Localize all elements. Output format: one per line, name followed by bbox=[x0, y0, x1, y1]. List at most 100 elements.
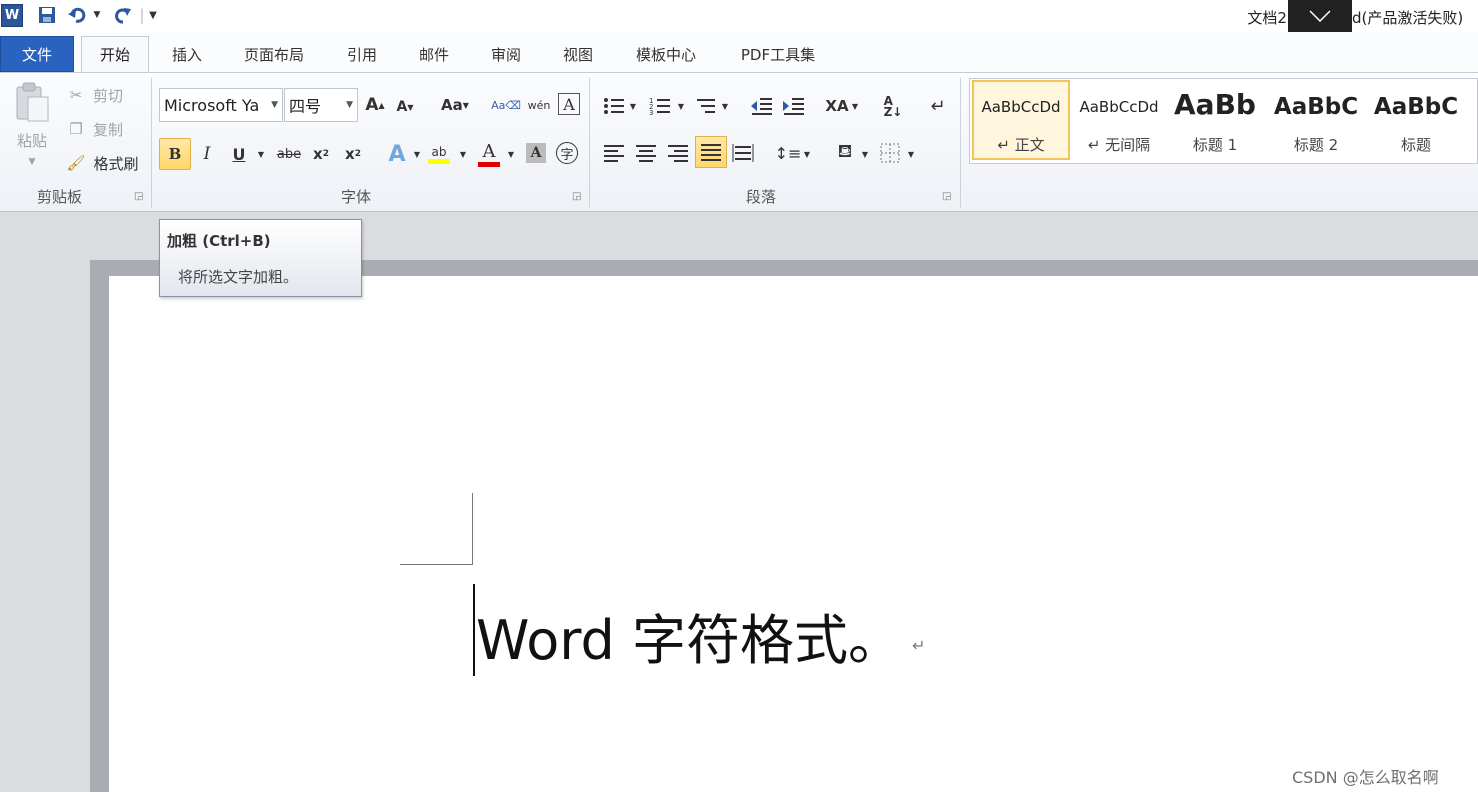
font-name-value: Microsoft Ya bbox=[164, 95, 260, 115]
copy-icon[interactable]: ❐ bbox=[66, 120, 86, 138]
show-marks-icon[interactable]: ↵ bbox=[928, 94, 948, 118]
style-heading-2[interactable]: AaBbC 标题 2 bbox=[1270, 80, 1362, 160]
group-separator bbox=[960, 78, 961, 208]
style-sample: AaBbCcDd bbox=[981, 98, 1061, 116]
paste-icon[interactable] bbox=[12, 80, 52, 124]
sort-icon[interactable]: A Z↓ bbox=[880, 94, 906, 120]
font-size-combo[interactable]: 四号 ▼ bbox=[284, 88, 358, 122]
line-spacing-dropdown-icon[interactable]: ▼ bbox=[802, 148, 812, 160]
qat-separator: | bbox=[139, 6, 145, 24]
align-left-icon[interactable] bbox=[602, 140, 626, 166]
style-sample: AaBbC bbox=[1373, 94, 1459, 120]
format-painter-button[interactable]: 格式刷 bbox=[90, 154, 142, 173]
justify-icon[interactable] bbox=[695, 136, 727, 168]
document-text[interactable]: Word 字符格式。 bbox=[476, 596, 902, 675]
style-label: 标题 1 bbox=[1192, 136, 1238, 154]
shrink-font-icon[interactable]: A ▼ bbox=[394, 96, 416, 118]
borders-icon[interactable] bbox=[878, 140, 902, 166]
grow-font-icon[interactable]: A ▲ bbox=[364, 94, 386, 116]
margin-marker-vertical bbox=[472, 493, 473, 565]
cut-icon[interactable]: ✂ bbox=[66, 86, 86, 104]
enclose-characters-icon[interactable]: 字 bbox=[556, 142, 578, 164]
line-spacing-icon[interactable]: ↕≡ bbox=[775, 140, 802, 166]
document-page[interactable] bbox=[109, 276, 1478, 792]
underline-dropdown-icon[interactable]: ▼ bbox=[256, 148, 266, 160]
highlight-icon[interactable]: ab bbox=[426, 140, 452, 168]
borders-dropdown-icon[interactable]: ▼ bbox=[906, 148, 916, 160]
subscript-button[interactable]: x2 bbox=[310, 142, 332, 166]
undo-icon[interactable] bbox=[66, 5, 90, 25]
font-name-combo[interactable]: Microsoft Ya ▼ bbox=[159, 88, 283, 122]
numbering-dropdown-icon[interactable]: ▼ bbox=[676, 100, 686, 112]
character-shading-icon[interactable]: A bbox=[526, 143, 546, 163]
tab-pdf-tools[interactable]: PDF工具集 bbox=[730, 36, 826, 72]
character-border-icon[interactable]: A bbox=[558, 93, 580, 115]
customize-qat-icon[interactable]: ▼ bbox=[146, 5, 160, 25]
clear-formatting-icon[interactable]: Aa⌫ bbox=[491, 92, 521, 118]
style-label: 标题 2 bbox=[1293, 136, 1339, 154]
phonetic-guide-icon[interactable]: wén bbox=[526, 92, 552, 118]
text-effects-dropdown-icon[interactable]: ▼ bbox=[412, 148, 422, 160]
undo-dropdown-icon[interactable]: ▼ bbox=[92, 5, 102, 25]
clipboard-dialog-launcher-icon[interactable]: ◲ bbox=[134, 191, 143, 202]
shading-icon[interactable]: ⛾ bbox=[832, 140, 858, 166]
style-sample: AaBb bbox=[1174, 88, 1256, 121]
style-sample: AaBbCcDd bbox=[1079, 98, 1159, 116]
shading-dropdown-icon[interactable]: ▼ bbox=[860, 148, 870, 160]
redo-icon[interactable] bbox=[111, 5, 133, 25]
style-heading-1[interactable]: AaBb 标题 1 bbox=[1170, 80, 1260, 160]
paragraph-dialog-launcher-icon[interactable]: ◲ bbox=[942, 191, 951, 202]
multilevel-list-icon[interactable] bbox=[694, 94, 718, 118]
chinese-layout-dropdown-icon[interactable]: ▼ bbox=[850, 100, 860, 112]
word-app-icon[interactable]: W bbox=[1, 4, 23, 27]
paragraph-group-label: 段落 bbox=[746, 188, 777, 206]
tab-file[interactable]: 文件 bbox=[0, 36, 74, 72]
tab-page-layout[interactable]: 页面布局 bbox=[234, 36, 314, 72]
multilevel-dropdown-icon[interactable]: ▼ bbox=[720, 100, 730, 112]
tab-template-center[interactable]: 模板中心 bbox=[626, 36, 706, 72]
tab-insert[interactable]: 插入 bbox=[160, 36, 214, 72]
highlight-dropdown-icon[interactable]: ▼ bbox=[458, 148, 468, 160]
style-label: 标题 bbox=[1400, 136, 1431, 154]
text-cursor bbox=[473, 584, 475, 676]
style-normal[interactable]: AaBbCcDd ↵ 正文 bbox=[972, 80, 1070, 160]
paste-dropdown-icon[interactable]: ▼ bbox=[26, 156, 38, 168]
bold-button[interactable]: B bbox=[159, 138, 191, 170]
collapse-ribbon-icon[interactable] bbox=[1288, 0, 1352, 32]
italic-button[interactable]: I bbox=[196, 140, 218, 168]
change-case-icon[interactable]: Aa ▼ bbox=[438, 94, 472, 116]
strikethrough-button[interactable]: abe bbox=[276, 142, 302, 166]
tab-review[interactable]: 审阅 bbox=[482, 36, 530, 72]
copy-button[interactable]: 复制 bbox=[90, 120, 126, 139]
font-dialog-launcher-icon[interactable]: ◲ bbox=[572, 191, 581, 202]
font-color-dropdown-icon[interactable]: ▼ bbox=[506, 148, 516, 160]
bullets-dropdown-icon[interactable]: ▼ bbox=[628, 100, 638, 112]
underline-button[interactable]: U bbox=[228, 140, 250, 168]
paste-button[interactable]: 粘贴 bbox=[14, 130, 50, 150]
clipboard-group-label: 剪贴板 bbox=[37, 188, 83, 206]
align-center-icon[interactable] bbox=[634, 140, 658, 166]
tab-view[interactable]: 视图 bbox=[554, 36, 602, 72]
superscript-button[interactable]: x2 bbox=[342, 142, 364, 166]
tab-references[interactable]: 引用 bbox=[338, 36, 386, 72]
text-effects-icon[interactable]: A bbox=[384, 140, 410, 168]
font-color-icon[interactable]: A bbox=[476, 140, 502, 168]
align-right-icon[interactable] bbox=[666, 140, 690, 166]
decrease-indent-icon[interactable] bbox=[750, 94, 774, 118]
save-icon[interactable] bbox=[36, 5, 58, 25]
numbering-icon[interactable]: 123 bbox=[648, 94, 672, 118]
style-title[interactable]: AaBbC 标题 bbox=[1372, 80, 1460, 160]
tooltip-body: 将所选文字加粗。 bbox=[178, 268, 299, 286]
style-label: ↵ 无间隔 bbox=[1087, 136, 1151, 154]
bullets-icon[interactable] bbox=[602, 94, 626, 118]
increase-indent-icon[interactable] bbox=[782, 94, 806, 118]
cut-button[interactable]: 剪切 bbox=[90, 86, 126, 105]
tab-mailings[interactable]: 邮件 bbox=[410, 36, 458, 72]
distributed-icon[interactable] bbox=[730, 140, 756, 166]
svg-text:3: 3 bbox=[649, 109, 653, 116]
margin-marker-horizontal bbox=[400, 564, 473, 565]
style-no-spacing[interactable]: AaBbCcDd ↵ 无间隔 bbox=[1070, 80, 1168, 160]
format-painter-icon[interactable]: 🖌 bbox=[66, 154, 86, 172]
chinese-layout-icon[interactable]: ⅩA bbox=[824, 94, 850, 118]
tab-home[interactable]: 开始 bbox=[81, 36, 149, 72]
